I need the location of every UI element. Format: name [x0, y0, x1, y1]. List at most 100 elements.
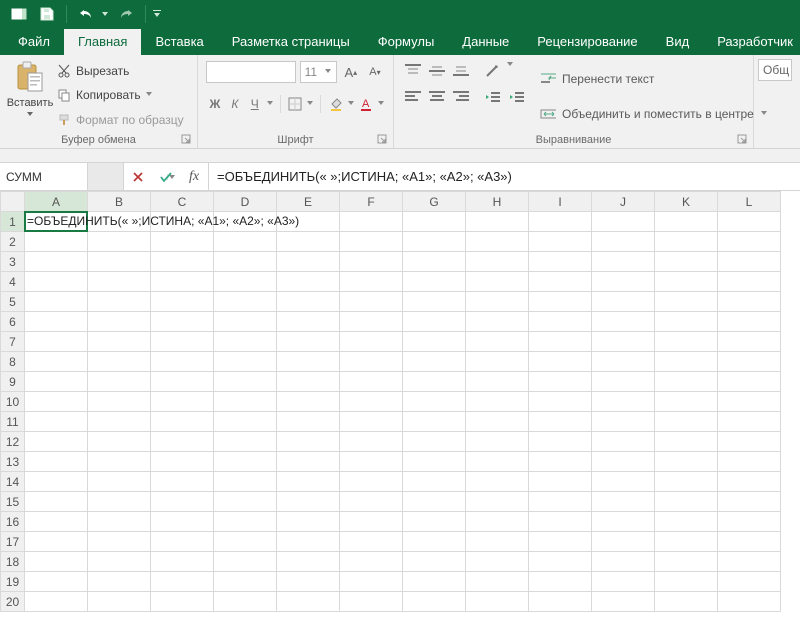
- cell[interactable]: [151, 572, 214, 592]
- cell[interactable]: [718, 252, 781, 272]
- cell[interactable]: [25, 412, 88, 432]
- cell[interactable]: [25, 232, 88, 252]
- row-header[interactable]: 14: [1, 472, 25, 492]
- cell[interactable]: [214, 232, 277, 252]
- number-format-combo[interactable]: Общ: [758, 59, 792, 81]
- cell[interactable]: [403, 272, 466, 292]
- cell[interactable]: [151, 392, 214, 412]
- cell[interactable]: [88, 332, 151, 352]
- cell[interactable]: [655, 232, 718, 252]
- cell[interactable]: [25, 212, 88, 232]
- cell[interactable]: [340, 412, 403, 432]
- cell[interactable]: [529, 572, 592, 592]
- cell[interactable]: [25, 292, 88, 312]
- cell[interactable]: [277, 232, 340, 252]
- cell[interactable]: [655, 532, 718, 552]
- font-size-combo[interactable]: 11: [300, 61, 337, 83]
- cell[interactable]: [214, 552, 277, 572]
- row-header[interactable]: 7: [1, 332, 25, 352]
- cell[interactable]: [88, 512, 151, 532]
- cell[interactable]: [529, 332, 592, 352]
- cell[interactable]: [277, 472, 340, 492]
- underline-button[interactable]: Ч: [246, 93, 264, 115]
- cell[interactable]: [466, 212, 529, 232]
- cell[interactable]: [151, 412, 214, 432]
- row-header[interactable]: 6: [1, 312, 25, 332]
- cell[interactable]: [403, 232, 466, 252]
- cell[interactable]: [25, 352, 88, 372]
- cell[interactable]: [151, 352, 214, 372]
- align-bottom-button[interactable]: [450, 61, 472, 81]
- row-header[interactable]: 10: [1, 392, 25, 412]
- cell[interactable]: [88, 592, 151, 612]
- cell[interactable]: [718, 272, 781, 292]
- cell[interactable]: [340, 392, 403, 412]
- cell[interactable]: [592, 572, 655, 592]
- cell[interactable]: [592, 532, 655, 552]
- cell[interactable]: [592, 212, 655, 232]
- cell[interactable]: [151, 332, 214, 352]
- row-header[interactable]: 17: [1, 532, 25, 552]
- tab-review[interactable]: Рецензирование: [523, 29, 651, 55]
- cell[interactable]: [529, 272, 592, 292]
- dialog-launcher-icon[interactable]: [375, 132, 389, 146]
- cell[interactable]: [466, 532, 529, 552]
- undo-icon[interactable]: [73, 3, 99, 25]
- row-header[interactable]: 16: [1, 512, 25, 532]
- font-color-button[interactable]: A: [357, 93, 375, 115]
- merge-center-button[interactable]: Объединить и поместить в центре: [540, 102, 768, 126]
- cell[interactable]: [403, 412, 466, 432]
- underline-dropdown-icon[interactable]: [266, 100, 274, 108]
- cell[interactable]: [403, 552, 466, 572]
- cell[interactable]: [340, 312, 403, 332]
- cell[interactable]: [592, 332, 655, 352]
- cell[interactable]: [718, 412, 781, 432]
- cell[interactable]: [340, 552, 403, 572]
- col-header[interactable]: F: [340, 192, 403, 212]
- cell[interactable]: [403, 312, 466, 332]
- cell[interactable]: [718, 232, 781, 252]
- cell[interactable]: [151, 472, 214, 492]
- cell[interactable]: [277, 372, 340, 392]
- cell[interactable]: [529, 412, 592, 432]
- cell[interactable]: [466, 372, 529, 392]
- cell[interactable]: [25, 532, 88, 552]
- cell[interactable]: [277, 352, 340, 372]
- cell[interactable]: [592, 312, 655, 332]
- align-left-button[interactable]: [402, 87, 424, 107]
- cell[interactable]: [466, 572, 529, 592]
- cell[interactable]: [592, 452, 655, 472]
- cell[interactable]: [214, 432, 277, 452]
- cell[interactable]: [214, 372, 277, 392]
- cell[interactable]: [466, 272, 529, 292]
- cell[interactable]: [340, 352, 403, 372]
- cell[interactable]: [88, 352, 151, 372]
- cell[interactable]: [214, 512, 277, 532]
- cell[interactable]: [529, 292, 592, 312]
- cell[interactable]: [25, 252, 88, 272]
- cell[interactable]: [214, 452, 277, 472]
- cell[interactable]: [88, 552, 151, 572]
- cell[interactable]: [151, 592, 214, 612]
- cell[interactable]: [151, 452, 214, 472]
- cell[interactable]: [25, 272, 88, 292]
- cell[interactable]: [25, 472, 88, 492]
- cell[interactable]: [655, 212, 718, 232]
- cell[interactable]: [655, 592, 718, 612]
- increase-font-button[interactable]: A▴: [341, 61, 361, 83]
- cell[interactable]: [655, 392, 718, 412]
- cell[interactable]: [718, 452, 781, 472]
- cell[interactable]: [403, 252, 466, 272]
- cell[interactable]: [592, 252, 655, 272]
- cell[interactable]: [655, 352, 718, 372]
- cell[interactable]: [529, 472, 592, 492]
- cell[interactable]: [88, 432, 151, 452]
- cell[interactable]: [88, 312, 151, 332]
- cell[interactable]: [529, 212, 592, 232]
- cell[interactable]: [340, 252, 403, 272]
- row-header[interactable]: 2: [1, 232, 25, 252]
- tab-home[interactable]: Главная: [64, 29, 141, 55]
- cell[interactable]: [214, 352, 277, 372]
- cell[interactable]: [214, 212, 277, 232]
- cell[interactable]: [277, 552, 340, 572]
